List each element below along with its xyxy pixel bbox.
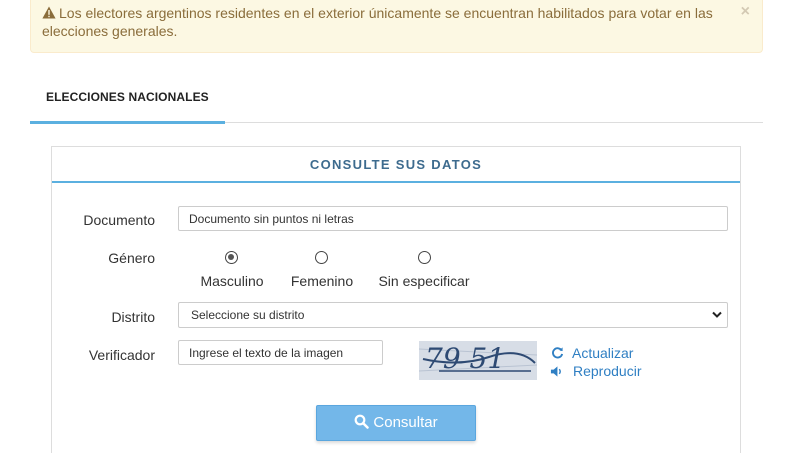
refresh-captcha-link[interactable]: Actualizar bbox=[572, 345, 633, 361]
masculino-label[interactable]: Masculino bbox=[192, 273, 272, 289]
warning-icon bbox=[42, 6, 56, 19]
distrito-label: Distrito bbox=[111, 309, 155, 325]
tab-label: ELECCIONES NACIONALES bbox=[46, 90, 209, 104]
search-icon bbox=[354, 414, 370, 429]
radio-sin-especificar[interactable] bbox=[418, 251, 431, 264]
documento-label: Documento bbox=[83, 212, 155, 228]
distrito-selected-value: Seleccione su distrito bbox=[191, 308, 305, 322]
verificador-input[interactable] bbox=[178, 340, 383, 365]
consultar-button[interactable]: Consultar bbox=[316, 405, 476, 441]
tab-elecciones-nacionales[interactable]: ELECCIONES NACIONALES bbox=[30, 75, 225, 124]
alert-text: Los electores argentinos residentes en e… bbox=[42, 5, 713, 39]
tab-bar: ELECCIONES NACIONALES bbox=[30, 75, 763, 124]
warning-alert: Los electores argentinos residentes en e… bbox=[30, 0, 763, 53]
panel-title: CONSULTE SUS DATOS bbox=[52, 147, 740, 183]
volume-icon[interactable] bbox=[550, 365, 563, 378]
close-alert-button[interactable]: × bbox=[741, 3, 750, 21]
femenino-label[interactable]: Femenino bbox=[282, 273, 362, 289]
captcha-image: 79 51 bbox=[418, 341, 538, 380]
consultar-button-label: Consultar bbox=[373, 414, 438, 431]
captcha-text: 79 51 bbox=[425, 342, 505, 375]
chevron-down-icon bbox=[712, 311, 722, 318]
distrito-select[interactable]: Seleccione su distrito bbox=[178, 302, 728, 328]
verificador-label: Verificador bbox=[88, 347, 155, 363]
radio-femenino[interactable] bbox=[315, 251, 328, 264]
radio-masculino[interactable] bbox=[225, 251, 238, 264]
documento-input[interactable] bbox=[178, 206, 728, 231]
genero-label: Género bbox=[108, 250, 155, 266]
refresh-icon[interactable] bbox=[551, 346, 564, 359]
active-tab-indicator bbox=[30, 121, 225, 124]
play-captcha-audio-link[interactable]: Reproducir bbox=[573, 363, 641, 379]
sin-especificar-label[interactable]: Sin especificar bbox=[374, 273, 474, 289]
